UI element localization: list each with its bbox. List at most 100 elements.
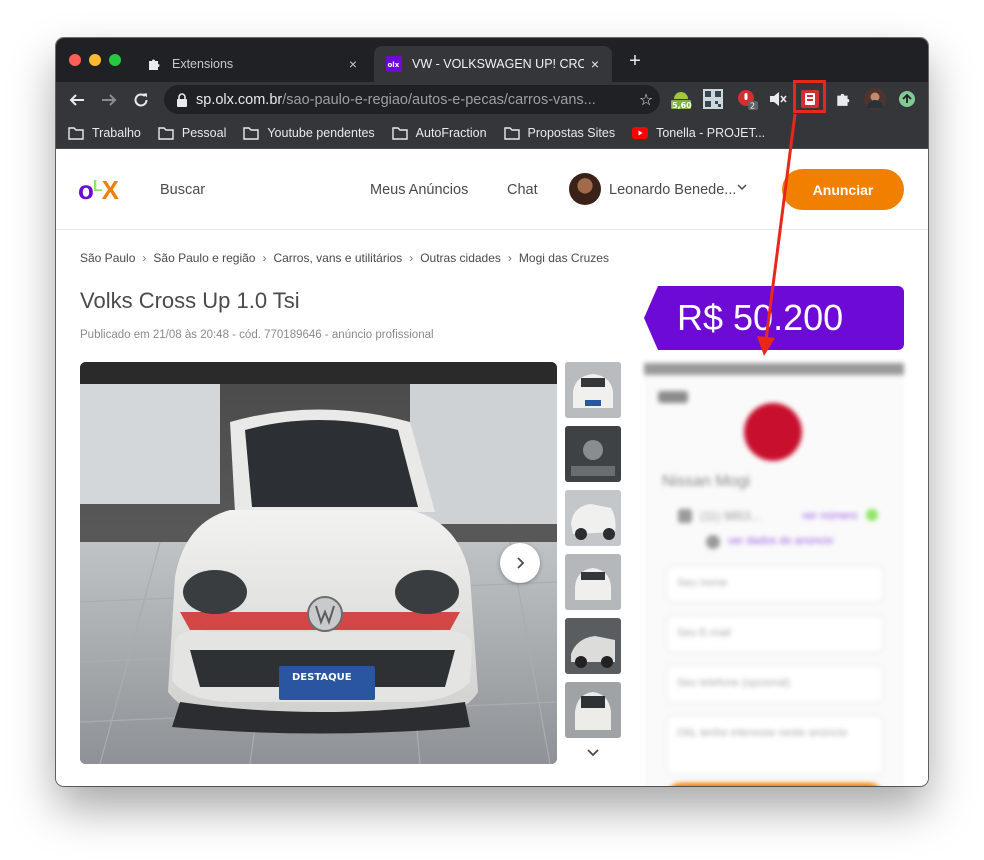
nav-search-link[interactable]: Buscar xyxy=(160,182,205,198)
logo-l: L xyxy=(92,178,103,195)
photo-thumbnail[interactable] xyxy=(565,618,621,674)
seller-badge xyxy=(658,391,688,403)
photo-thumbnail[interactable] xyxy=(565,426,621,482)
price-tag: R$ 50.200 xyxy=(644,286,904,350)
close-window-button[interactable] xyxy=(69,54,81,66)
chevron-right-icon: › xyxy=(507,251,512,265)
youtube-icon xyxy=(632,127,649,139)
main-photo[interactable]: DESTAQUE xyxy=(80,362,557,764)
logo-x: X xyxy=(101,175,119,205)
folder-icon xyxy=(68,126,84,140)
phone-input[interactable]: Seu telefone (opcional) xyxy=(666,665,884,703)
bookmark-label: Propostas Sites xyxy=(527,126,616,140)
show-phone-link[interactable]: ver número xyxy=(802,510,858,522)
bookmark-folder-pessoal[interactable]: Pessoal xyxy=(158,126,226,140)
chevron-right-icon: › xyxy=(142,251,147,265)
message-textarea[interactable]: Olá, tenho interesse neste anúncio xyxy=(666,715,884,775)
photo-thumbnail[interactable] xyxy=(565,554,621,610)
record-extension-icon[interactable]: 2 xyxy=(736,88,758,110)
chevron-down-icon[interactable] xyxy=(736,181,748,197)
user-avatar[interactable] xyxy=(569,173,601,205)
tab-title: VW - VOLKSWAGEN UP! CROS xyxy=(412,57,584,71)
close-icon[interactable]: × xyxy=(342,56,364,72)
profile-avatar-icon[interactable] xyxy=(864,88,886,110)
puzzle-icon xyxy=(146,56,162,72)
breadcrumb: São Paulo › São Paulo e região › Carros,… xyxy=(80,251,609,265)
bookmark-tonella-projet[interactable]: Tonella - PROJET... xyxy=(632,126,765,140)
name-input[interactable]: Seu nome xyxy=(666,565,884,603)
chevron-right-icon: › xyxy=(409,251,414,265)
bookmark-star-icon[interactable]: ☆ xyxy=(632,90,660,110)
photo-thumbnail[interactable] xyxy=(565,490,621,546)
url-path: /sao-paulo-e-regiao/autos-e-pecas/carros… xyxy=(282,91,596,108)
minimize-window-button[interactable] xyxy=(89,54,101,66)
bookmark-label: Pessoal xyxy=(181,126,227,140)
tab-extensions[interactable]: Extensions × xyxy=(134,46,370,82)
svg-text:olx: olx xyxy=(388,61,400,69)
bookmark-folder-trabalho[interactable]: Trabalho xyxy=(68,126,141,140)
chevron-right-icon xyxy=(517,557,525,569)
lock-icon xyxy=(176,92,188,107)
new-tab-button[interactable]: + xyxy=(624,50,646,73)
zoom-window-button[interactable] xyxy=(109,54,121,66)
bookmarks-bar: Trabalho Pessoal Youtube pendentes AutoF… xyxy=(56,118,928,149)
chevron-down-icon[interactable] xyxy=(580,743,606,763)
folder-icon xyxy=(503,126,520,140)
ad-title: Volks Cross Up 1.0 Tsi xyxy=(80,288,300,313)
ad-meta: Publicado em 21/08 às 20:48 - cód. 77018… xyxy=(80,329,434,341)
page-content: oLX Buscar Meus Anúncios Chat Leonardo B… xyxy=(56,149,928,786)
breadcrumb-item[interactable]: Carros, vans e utilitários xyxy=(273,251,402,265)
forward-icon[interactable] xyxy=(96,87,122,113)
send-message-button[interactable] xyxy=(666,783,884,786)
tab-olx-listing[interactable]: olx VW - VOLKSWAGEN UP! CROS × xyxy=(374,46,612,82)
seller-phone: (11) 9853... xyxy=(700,509,761,523)
close-icon[interactable]: × xyxy=(584,56,606,72)
email-input[interactable]: Seu E-mail xyxy=(666,615,884,653)
bookmark-folder-youtube-pendentes[interactable]: Youtube pendentes xyxy=(243,126,375,140)
info-icon xyxy=(706,535,720,549)
breadcrumb-item[interactable]: São Paulo e região xyxy=(153,251,255,265)
user-menu-name[interactable]: Leonardo Benede... xyxy=(609,182,736,198)
bookmark-label: Youtube pendentes xyxy=(267,126,375,140)
browser-window: Extensions × olx VW - VOLKSWAGEN UP! CRO… xyxy=(56,38,928,786)
nav-chat-link[interactable]: Chat xyxy=(507,182,538,198)
chevron-right-icon: › xyxy=(262,251,267,265)
folder-icon xyxy=(158,126,174,140)
phone-icon xyxy=(678,509,692,523)
photo-thumbnail[interactable] xyxy=(565,682,621,738)
android-badge-icon[interactable]: 5,60 xyxy=(670,88,692,110)
back-icon[interactable] xyxy=(64,87,90,113)
breadcrumb-item[interactable]: Mogi das Cruzes xyxy=(519,251,609,265)
annotation-highlight-box xyxy=(793,80,826,113)
bookmark-folder-propostas-sites[interactable]: Propostas Sites xyxy=(503,126,616,140)
bookmark-label: Tonella - PROJET... xyxy=(656,126,766,140)
logo-o: o xyxy=(78,175,94,205)
breadcrumb-item[interactable]: São Paulo xyxy=(80,251,135,265)
tab-title: Extensions xyxy=(172,57,234,71)
olx-logo[interactable]: oLX xyxy=(78,175,119,206)
card-top-bar xyxy=(644,363,904,375)
olx-favicon-icon: olx xyxy=(386,56,402,72)
photo-thumbnail[interactable] xyxy=(565,362,621,418)
extensions-puzzle-icon[interactable] xyxy=(832,88,854,110)
extension-badge: 2 xyxy=(750,102,755,111)
seller-name: Nissan Mogi xyxy=(662,473,751,490)
bookmark-label: Trabalho xyxy=(92,126,141,140)
bookmark-label: AutoFraction xyxy=(415,126,487,140)
anunciar-button[interactable]: Anunciar xyxy=(782,169,904,210)
url-host: sp.olx.com.br xyxy=(196,91,283,108)
site-header: oLX Buscar Meus Anúncios Chat Leonardo B… xyxy=(56,149,928,230)
update-arrow-icon[interactable] xyxy=(896,88,918,110)
extension-badge: 5,60 xyxy=(672,101,692,110)
breadcrumb-item[interactable]: Outras cidades xyxy=(420,251,501,265)
bookmark-folder-autofraction[interactable]: AutoFraction xyxy=(391,126,487,140)
car-photo: DESTAQUE xyxy=(80,362,557,764)
qr-extension-icon[interactable] xyxy=(702,88,724,110)
address-bar[interactable]: sp.olx.com.br/sao-paulo-e-regiao/autos-e… xyxy=(164,85,660,114)
mute-tab-icon[interactable] xyxy=(767,88,789,110)
nav-my-ads-link[interactable]: Meus Anúncios xyxy=(370,182,468,198)
ad-details-link[interactable]: ver dados do anúncio xyxy=(728,535,833,547)
next-photo-button[interactable] xyxy=(500,543,540,583)
folder-icon xyxy=(391,126,408,140)
reload-icon[interactable] xyxy=(128,87,154,113)
